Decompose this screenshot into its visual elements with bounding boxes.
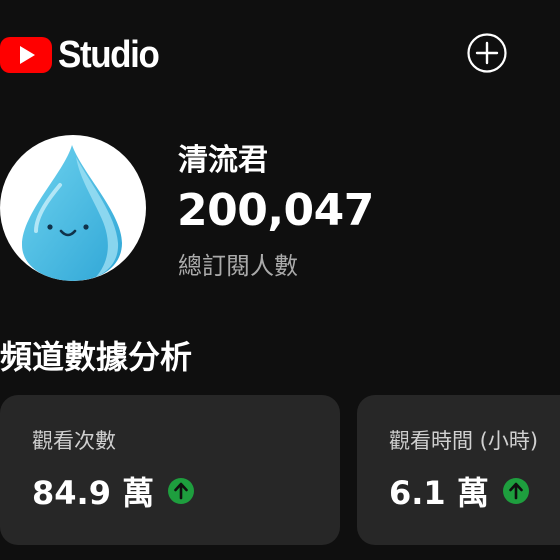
- channel-name: 清流君: [178, 143, 268, 178]
- watch-time-value-row: 6.1 萬: [389, 468, 529, 514]
- watch-time-label: 觀看時間 (小時): [389, 429, 539, 453]
- youtube-play-icon: [0, 37, 52, 73]
- subscriber-label: 總訂閱人數: [178, 252, 298, 280]
- watch-time-card[interactable]: 觀看時間 (小時) 6.1 萬: [357, 395, 560, 545]
- top-bar: Studio: [0, 0, 560, 110]
- arrow-up-icon: [168, 478, 195, 504]
- water-drop-icon: [22, 145, 122, 281]
- channel-avatar[interactable]: [0, 135, 146, 281]
- subscriber-count: 200,047: [177, 185, 374, 236]
- views-value: 84.9 萬: [32, 474, 155, 512]
- create-button[interactable]: [467, 33, 507, 73]
- logo-text: Studio: [58, 34, 160, 76]
- views-value-row: 84.9 萬: [32, 468, 195, 514]
- arrow-up-icon: [502, 478, 529, 504]
- views-card[interactable]: 觀看次數 84.9 萬: [0, 395, 340, 545]
- youtube-studio-logo[interactable]: Studio: [0, 30, 167, 80]
- views-label: 觀看次數: [32, 429, 116, 453]
- watch-time-value: 6.1 萬: [389, 474, 489, 512]
- analytics-title: 頻道數據分析: [0, 338, 193, 376]
